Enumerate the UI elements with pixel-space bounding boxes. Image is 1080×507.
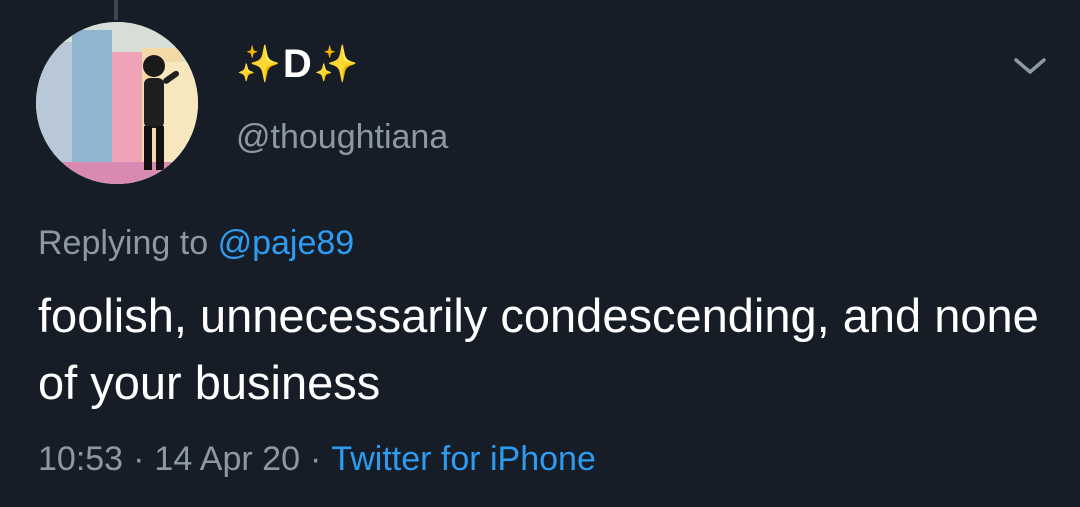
tweet-date: 14 Apr 20 (154, 440, 300, 478)
chevron-down-icon (1014, 58, 1046, 74)
tweet-time: 10:53 (38, 440, 124, 478)
meta-separator: · (309, 440, 322, 478)
meta-separator: · (133, 440, 145, 478)
author-name-letter: D (282, 42, 312, 86)
replying-to-label: Replying to (38, 224, 209, 262)
tweet-body-text: foolish, unnecessarily condescending, an… (38, 289, 1039, 409)
author-handle[interactable]: @thoughtiana (236, 118, 448, 157)
avatar[interactable] (36, 22, 198, 184)
replying-to-line: Replying to @paje89 (38, 224, 354, 263)
profile-photo-icon (36, 22, 198, 184)
sparkle-left-icon: ✨ (236, 43, 281, 84)
thread-connector-line (114, 0, 118, 20)
tweet-options-button[interactable] (1010, 50, 1050, 82)
tweet-source-link[interactable]: Twitter for iPhone (331, 440, 596, 478)
sparkle-right-icon: ✨ (313, 43, 359, 84)
reply-target-link[interactable]: @paje89 (218, 224, 355, 262)
tweet-meta: 10:53 · 14 Apr 20 · Twitter for iPhone (38, 440, 596, 479)
author-display-name[interactable]: ✨D✨ (236, 38, 359, 90)
